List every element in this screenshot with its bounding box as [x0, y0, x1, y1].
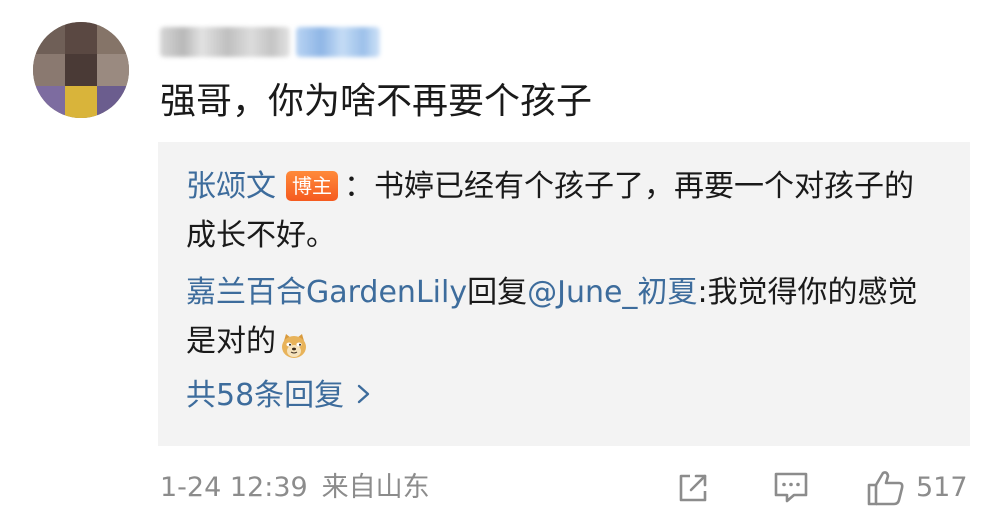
like-count: 517 [916, 472, 968, 503]
chevron-right-icon [356, 374, 372, 418]
reply-box[interactable]: 张颂文 博主 ：书婷已经有个孩子了，再要一个对孩子的成长不好。 嘉兰百合Garden… [158, 142, 970, 446]
blurred-username[interactable] [160, 27, 290, 57]
reply-item: 张颂文 博主 ：书婷已经有个孩子了，再要一个对孩子的成长不好。 [186, 162, 926, 260]
doge-emoji-icon [280, 326, 308, 358]
comment-icon [772, 470, 810, 506]
comment-meta: 1-24 12:39 来自山东 [160, 468, 430, 508]
comment-text: 强哥，你为啥不再要个孩子 [160, 81, 593, 122]
more-replies-label: 共58条回复 [186, 378, 345, 413]
reply-username[interactable]: 嘉兰百合GardenLily [186, 275, 467, 310]
like-button[interactable]: 517 [866, 470, 968, 506]
comment-footer: 1-24 12:39 来自山东 517 [160, 468, 980, 508]
blurred-user-badge [296, 27, 380, 57]
host-badge: 博主 [286, 170, 338, 201]
comment-button[interactable] [772, 470, 810, 506]
more-replies-link[interactable]: 共58条回复 [186, 374, 372, 418]
location: 来自山东 [321, 472, 430, 503]
share-button[interactable] [675, 470, 711, 506]
thumbs-up-icon [866, 469, 906, 507]
avatar[interactable] [33, 22, 129, 118]
reply-item: 嘉兰百合GardenLily回复@June_初夏:我觉得你的感觉是对的 [186, 268, 926, 366]
reply-username[interactable]: 张颂文 [186, 169, 276, 204]
timestamp: 1-24 12:39 [160, 472, 308, 503]
reply-mention[interactable]: @June_初夏 [527, 275, 697, 310]
username-row [160, 24, 380, 60]
reply-word: 回复 [467, 275, 528, 310]
share-icon [675, 470, 711, 506]
